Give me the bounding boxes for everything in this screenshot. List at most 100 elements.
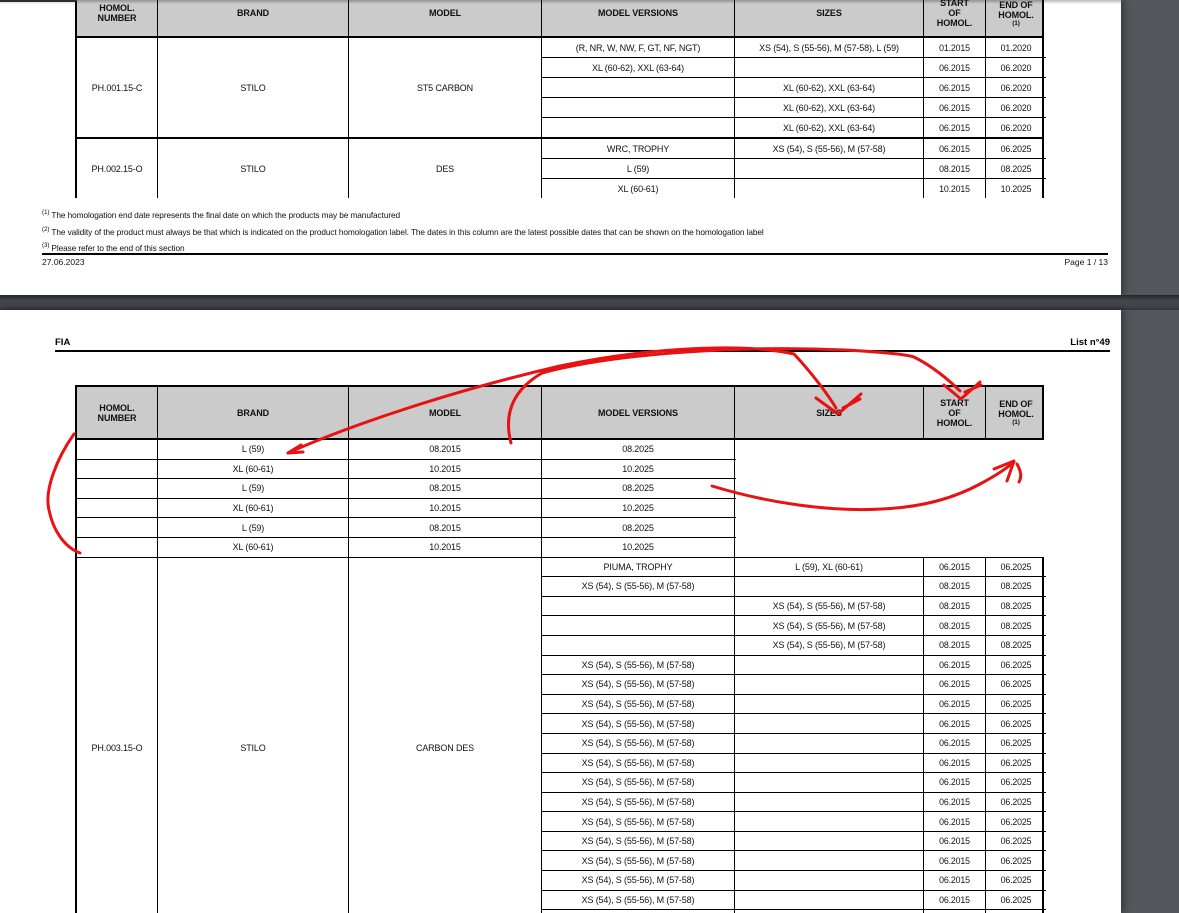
cell-end-homol: 06.2025 — [986, 851, 1046, 870]
cell-start-homol: 06.2015 — [924, 78, 986, 97]
table-row: XL (60-62), XXL (63-64)06.201506.2020 — [542, 78, 1046, 98]
broken-row: XL (60-61)10.201510.2025 — [77, 499, 736, 519]
table-row: XS (54), S (55-56), M (57-58)06.201506.2… — [542, 656, 1046, 676]
cell-start-homol: 06.2015 — [924, 714, 986, 733]
table-row: XS (54), S (55-56), M (57-58) 06.201506.2… — [542, 695, 1046, 715]
broken-row: XL (60-61)10.201510.2025 — [77, 460, 736, 480]
cell-model: 10.2015 — [349, 538, 542, 557]
broken-row: L (59)08.201508.2025 — [77, 440, 736, 460]
cell-sizes: XL (60-62), XXL (63-64) — [735, 98, 924, 117]
cell-end-homol: 06.2020 — [986, 78, 1046, 97]
header-cell-versions: MODEL VERSIONS — [542, 387, 735, 438]
table-row: XS (54), S (55-56), M (57-58)06.201506.2… — [542, 851, 1046, 871]
cell-sizes — [735, 754, 924, 773]
table-row: XS (54), S (55-56), M (57-58)06.201506.2… — [542, 714, 1046, 734]
footnote-2: (2)The validity of the product must alwa… — [42, 226, 764, 237]
cell-homol-number — [77, 440, 158, 459]
cell-end-homol: 06.2025 — [986, 695, 1046, 714]
header-cell-sizes-label: SIZES — [816, 8, 842, 18]
cell-sizes — [735, 714, 924, 733]
cell-model-versions: 08.2025 — [542, 518, 735, 537]
cell-model: CARBON DES — [349, 558, 542, 913]
cell-start-homol: 06.2015 — [924, 851, 986, 870]
end-footnote-mark: (1) — [1012, 420, 1020, 426]
cell-model-versions: XS (54), S (55-56), M (57-58) — [542, 812, 735, 831]
cell-end-homol: 06.2025 — [986, 891, 1046, 910]
cell-brand: XL (60-61) — [158, 460, 349, 479]
cell-end-homol: 06.2025 — [986, 675, 1046, 694]
cell-sizes — [735, 891, 924, 910]
cell-sizes: XS (54), S (55-56), M (57-58) — [735, 139, 924, 158]
cell-sizes — [735, 851, 924, 870]
cell-model-versions: (R, NR, W, NW, F, GT, NF, NGT) — [542, 38, 735, 57]
cell-model-versions — [542, 98, 735, 117]
cell-brand: XL (60-61) — [158, 538, 349, 557]
cell-brand: L (59) — [158, 479, 349, 498]
table-row: XS (54), S (55-56), M (57-58)06.201506.2… — [542, 675, 1046, 695]
cell-sizes — [735, 695, 924, 714]
header-cell-model-label: MODEL — [429, 408, 461, 418]
cell-end-homol: 06.2025 — [986, 793, 1046, 812]
cell-start-homol: 06.2015 — [924, 832, 986, 851]
header-cell-end-label: END OF HOMOL. — [998, 399, 1033, 419]
cell-homol-number — [77, 460, 158, 479]
cell-end-homol: 06.2025 — [986, 714, 1046, 733]
end-footnote-mark: (1) — [1012, 21, 1020, 27]
footer-divider — [42, 253, 1108, 255]
header-cell-brand: BRAND — [158, 387, 349, 438]
cell-end-homol: 06.2020 — [986, 118, 1046, 137]
cell-model-versions: XS (54), S (55-56), M (57-58) — [542, 871, 735, 890]
cell-homol-number: PH.002.15-O — [77, 139, 158, 198]
top-shadow — [0, 0, 1121, 4]
cell-sizes — [735, 656, 924, 675]
table-block: PH.003.15-OSTILOCARBON DESPIUMA, TROPHYL… — [75, 557, 1044, 913]
cell-homol-number: PH.001.15-C — [77, 38, 158, 137]
header-cell-start: START OF HOMOL. — [924, 0, 986, 36]
cell-end-homol: 10.2025 — [986, 179, 1046, 198]
cell-sizes: XL (60-62), XXL (63-64) — [735, 118, 924, 137]
cell-homol-number — [77, 479, 158, 498]
cell-homol-number — [77, 518, 158, 537]
cell-brand: L (59) — [158, 440, 349, 459]
top-edge-line — [0, 0, 77, 2]
cell-start-homol: 06.2015 — [924, 656, 986, 675]
cell-brand: STILO — [158, 558, 349, 913]
table-row: XS (54), S (55-56), M (57-58)06.201506.2… — [542, 773, 1046, 793]
cell-end-homol: 08.2025 — [986, 597, 1046, 616]
cell-model-versions: XS (54), S (55-56), M (57-58) — [542, 832, 735, 851]
table-row: PIUMA, TROPHYL (59), XL (60-61)06.201506… — [542, 558, 1046, 578]
list-number-label: List n°49 — [1070, 337, 1110, 348]
cell-start-homol: 06.2015 — [924, 695, 986, 714]
cell-start-homol: 06.2015 — [924, 58, 986, 77]
cell-end-homol: 06.2025 — [986, 812, 1046, 831]
cell-sizes — [735, 793, 924, 812]
cell-model-versions: XS (54), S (55-56), M (57-58) — [542, 577, 735, 596]
cell-model-versions: L (59) — [542, 159, 735, 178]
cell-start-homol: 10.2015 — [924, 179, 986, 198]
header-cell-model: MODEL — [349, 387, 542, 438]
table-row: XS (54), S (55-56), M (57-58)06.201506.2… — [542, 812, 1046, 832]
footnote-3-mark: (3) — [42, 242, 49, 249]
cell-sizes: XS (54), S (55-56), M (57-58) — [735, 616, 924, 635]
table-row: (R, NR, W, NW, F, GT, NF, NGT)XS (54), S… — [542, 38, 1046, 58]
footnote-1-mark: (1) — [42, 209, 49, 216]
cell-start-homol: 01.2015 — [924, 38, 986, 57]
cell-start-homol: 08.2015 — [924, 636, 986, 655]
table-row: XS (54), S (55-56), M (57-58)06.201506.2… — [542, 793, 1046, 813]
table-block: PH.001.15-CSTILOST5 CARBON(R, NR, W, NW,… — [75, 38, 1044, 137]
cell-start-homol: 08.2015 — [924, 597, 986, 616]
cell-model-versions: 08.2025 — [542, 440, 735, 459]
cell-start-homol: 08.2015 — [924, 577, 986, 596]
cell-start-homol: 06.2015 — [924, 871, 986, 890]
homologation-table-page2: HOMOL. NUMBERBRANDMODELMODEL VERSIONSSIZ… — [75, 385, 1044, 913]
header-cell-homol: HOMOL. NUMBER — [77, 0, 158, 36]
cell-model-versions: XS (54), S (55-56), M (57-58) — [542, 675, 735, 694]
header-cell-versions-label: MODEL VERSIONS — [598, 408, 678, 418]
cell-brand: STILO — [158, 139, 349, 198]
block-rows: WRC, TROPHYXS (54), S (55-56), M (57-58)… — [542, 139, 1046, 198]
cell-model-versions: XS (54), S (55-56), M (57-58) — [542, 695, 735, 714]
cell-model-versions — [542, 78, 735, 97]
table-row: XS (54), S (55-56), M (57-58)06.201506.2… — [542, 832, 1046, 852]
cell-start-homol: 06.2015 — [924, 891, 986, 910]
pdf-page-2: FIA List n°49 HOMOL. NUMBERBRANDMODELMOD… — [0, 310, 1121, 913]
